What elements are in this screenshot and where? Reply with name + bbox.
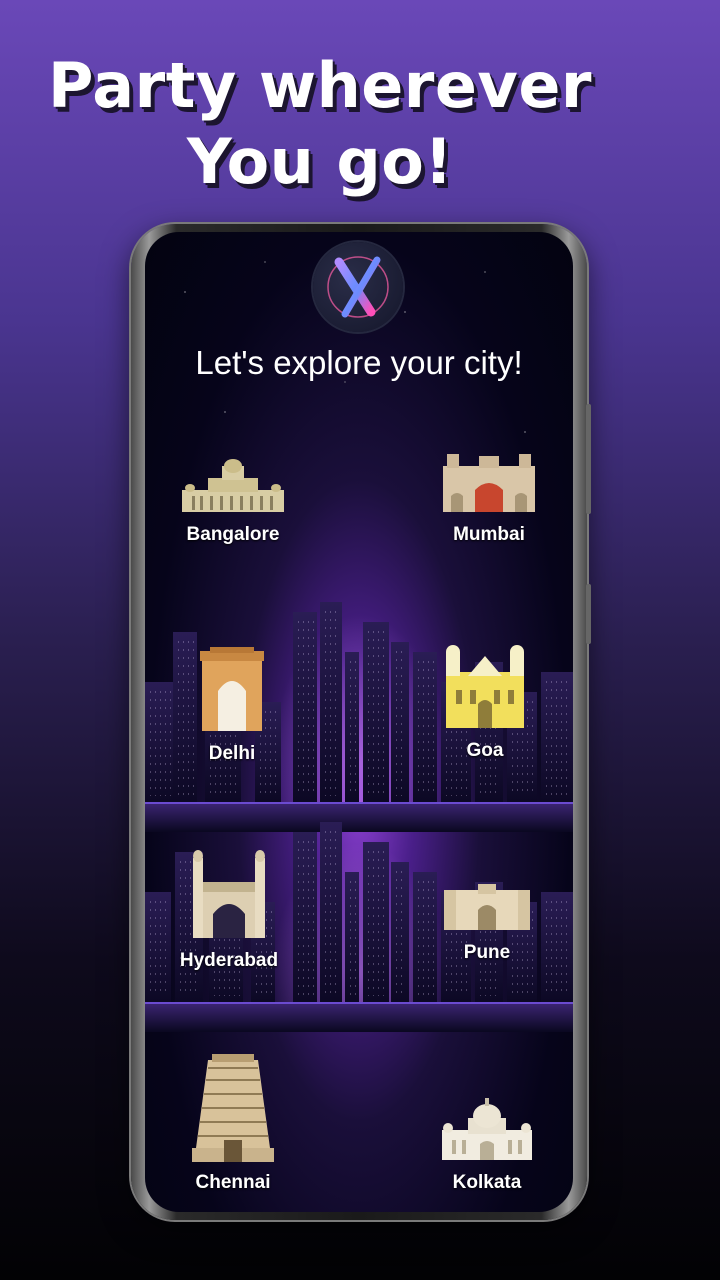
- city-tile-goa[interactable]: Goa: [405, 642, 565, 762]
- gateway-of-india-icon: [443, 454, 535, 512]
- city-tile-kolkata[interactable]: Kolkata: [407, 1096, 567, 1194]
- city-tile-bangalore[interactable]: Bangalore: [153, 454, 313, 546]
- city-label: Mumbai: [453, 524, 525, 545]
- city-label: Pune: [463, 942, 511, 963]
- phone-frame: Let's explore your city! Bangalore Mumba…: [131, 224, 591, 1220]
- victoria-memorial-icon: [442, 1098, 532, 1160]
- shaniwar-wada-icon: [444, 884, 530, 930]
- promo-headline: Party wherever You go!: [0, 48, 640, 200]
- volume-button: [586, 404, 591, 514]
- city-label: Bangalore: [186, 524, 280, 545]
- headline-line-1: Party wherever: [48, 49, 592, 122]
- city-label: Delhi: [208, 743, 256, 764]
- vidhana-soudha-icon: [182, 459, 284, 512]
- india-gate-icon: [200, 647, 264, 731]
- page-subtitle: Let's explore your city!: [195, 344, 523, 381]
- city-label: Goa: [466, 740, 504, 761]
- city-tile-hyderabad[interactable]: Hyderabad: [149, 848, 309, 972]
- city-tile-delhi[interactable]: Delhi: [152, 647, 312, 765]
- charminar-icon: [193, 850, 265, 938]
- temple-gopuram-icon: [192, 1054, 274, 1162]
- city-label: Kolkata: [452, 1172, 522, 1193]
- headline-line-2: You go!: [186, 125, 454, 198]
- goa-church-icon: [446, 645, 524, 728]
- power-button: [586, 584, 591, 644]
- x-logo-icon: [313, 242, 403, 332]
- city-tile-mumbai[interactable]: Mumbai: [409, 446, 569, 546]
- city-label: Chennai: [195, 1172, 271, 1193]
- city-tile-pune[interactable]: Pune: [407, 882, 567, 964]
- city-label: Hyderabad: [179, 950, 279, 971]
- city-tile-chennai[interactable]: Chennai: [153, 1052, 313, 1194]
- app-screen: Let's explore your city! Bangalore Mumba…: [145, 232, 573, 1212]
